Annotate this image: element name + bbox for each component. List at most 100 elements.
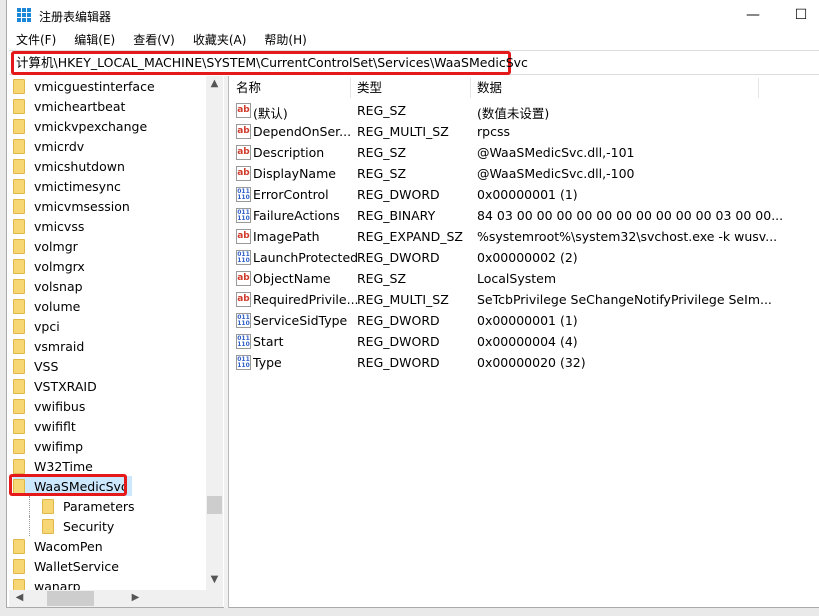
value-row[interactable]: 011 110 FailureActions REG_BINARY 84 03 00 0… (230, 205, 790, 226)
folder-icon (13, 198, 25, 214)
tree-item[interactable]: VSTXRAID (13, 376, 101, 396)
string-value-icon: ab (236, 292, 251, 307)
folder-icon (13, 98, 25, 114)
tree-item[interactable]: vpci (13, 316, 64, 336)
tree-item-label: vmicrdv (34, 138, 85, 154)
tree-item-label: W32Time (34, 458, 93, 474)
tree-item[interactable]: vwifibus (13, 396, 89, 416)
value-row[interactable]: ab Description REG_SZ @WaaSMedicSvc.dll,-10… (230, 142, 790, 163)
tree-item[interactable]: vmicvmsession (13, 196, 134, 216)
selected-key-highlight (9, 474, 127, 496)
value-type: REG_EXPAND_SZ (357, 229, 463, 244)
string-value-icon: ab (236, 271, 251, 286)
value-row[interactable]: 011 110 Type REG_DWORD 0x00000020 (32) (230, 352, 790, 373)
tree-item-label: volume (34, 298, 81, 314)
folder-icon (13, 378, 25, 394)
menu-help[interactable]: 帮助(H) (255, 31, 315, 49)
tree-item[interactable]: vwififlt (13, 416, 80, 436)
tree-item[interactable]: volmgr (13, 236, 82, 256)
tree-item[interactable]: volume (13, 296, 84, 316)
string-value-icon: ab (236, 124, 251, 139)
tree-item[interactable]: vsmraid (13, 336, 88, 356)
folder-icon (13, 278, 25, 294)
tree-item[interactable]: volsnap (13, 276, 87, 296)
tree-vertical-scrollbar[interactable]: ▲ ▼ (206, 76, 223, 592)
folder-icon (13, 318, 25, 334)
tree-item[interactable]: vmicvss (13, 216, 88, 236)
tree-item[interactable]: VSS (13, 356, 62, 376)
value-type: REG_DWORD (357, 313, 440, 328)
tree-item[interactable]: vmickvpexchange (13, 116, 151, 136)
value-row[interactable]: ab ImagePath REG_EXPAND_SZ %systemroot%\sys… (230, 226, 790, 247)
tree-item[interactable]: Parameters (29, 496, 139, 516)
value-row[interactable]: ab ObjectName REG_SZ LocalSystem (230, 268, 790, 289)
tree-item[interactable]: WalletService (13, 556, 123, 576)
pane-splitter[interactable] (224, 76, 229, 608)
tree-item[interactable]: vmicguestinterface (13, 76, 159, 96)
tree-horizontal-scrollbar[interactable]: ◀ ▶ (9, 590, 223, 607)
menu-edit[interactable]: 编辑(E) (65, 31, 124, 49)
tree-item-label: volmgrx (34, 258, 85, 274)
value-row[interactable]: 011 110 ServiceSidType REG_DWORD 0x00000001 … (230, 310, 790, 331)
scroll-thumb[interactable] (207, 496, 222, 514)
folder-icon (13, 558, 25, 574)
tree-item-label: vmickvpexchange (34, 118, 148, 134)
tree-item-label: VSS (34, 358, 59, 374)
tree-item[interactable]: WacomPen (13, 536, 107, 556)
column-header-type[interactable]: 类型 (351, 78, 471, 98)
tree-item[interactable]: vmictimesync (13, 176, 125, 196)
value-row[interactable]: 011 110 LaunchProtected REG_DWORD 0x00000002… (230, 247, 790, 268)
values-list: 名称 类型 数据 ab (默认) REG_SZ (数值未设置) ab DependOnSe… (230, 76, 819, 607)
value-name: FailureActions (253, 208, 340, 223)
tree-item[interactable]: vmicshutdown (13, 156, 129, 176)
menu-favorites[interactable]: 收藏夹(A) (184, 31, 256, 49)
tree-item-label: vwifimp (34, 438, 84, 454)
tree-item[interactable]: W32Time (13, 456, 97, 476)
minimize-button[interactable]: — (730, 0, 776, 30)
value-row[interactable]: ab (默认) REG_SZ (数值未设置) (230, 100, 790, 121)
tree-item[interactable]: vmicrdv (13, 136, 88, 156)
scroll-right-icon[interactable]: ▶ (127, 592, 144, 603)
column-header-data[interactable]: 数据 (471, 78, 759, 98)
value-type: REG_DWORD (357, 355, 440, 370)
folder-icon (13, 358, 25, 374)
string-value-icon: ab (236, 166, 251, 181)
tree-item[interactable]: Security (29, 516, 118, 536)
folder-icon (13, 78, 25, 94)
value-type: REG_SZ (357, 103, 407, 118)
tree-item-label: vwififlt (34, 418, 76, 434)
value-row[interactable]: ab DependOnSer... REG_MULTI_SZ rpcss (230, 121, 790, 142)
binary-value-icon: 011 110 (236, 187, 251, 202)
tree-item-label: vmicvmsession (34, 198, 130, 214)
folder-icon (13, 438, 25, 454)
scroll-up-icon[interactable]: ▲ (206, 78, 223, 89)
tree-item[interactable]: volmgrx (13, 256, 89, 276)
folder-icon (13, 138, 25, 154)
folder-icon (13, 338, 25, 354)
folder-icon (13, 118, 25, 134)
column-header-name[interactable]: 名称 (230, 78, 351, 98)
tree-item-label: vpci (34, 318, 60, 334)
tree-item-label: Parameters (63, 498, 135, 514)
menu-file[interactable]: 文件(F) (7, 31, 65, 49)
tree-item[interactable]: vwifimp (13, 436, 87, 456)
value-data: 0x00000002 (2) (477, 250, 578, 265)
menu-view[interactable]: 查看(V) (124, 31, 184, 49)
value-row[interactable]: ab RequiredPrivile... REG_MULTI_SZ SeTcbPri… (230, 289, 790, 310)
value-type: REG_DWORD (357, 250, 440, 265)
registry-editor-icon (17, 8, 31, 22)
title-bar: 注册表编辑器 — ☐ (7, 0, 819, 30)
string-value-icon: ab (236, 145, 251, 160)
tree-item[interactable]: vmicheartbeat (13, 96, 129, 116)
value-row[interactable]: 011 110 Start REG_DWORD 0x00000004 (4) (230, 331, 790, 352)
address-path[interactable]: 计算机\HKEY_LOCAL_MACHINE\SYSTEM\CurrentCon… (11, 51, 528, 75)
scroll-left-icon[interactable]: ◀ (11, 592, 28, 603)
scroll-thumb[interactable] (47, 591, 94, 606)
scroll-down-icon[interactable]: ▼ (206, 574, 223, 585)
value-row[interactable]: 011 110 ErrorControl REG_DWORD 0x00000001 (1… (230, 184, 790, 205)
value-name: LaunchProtected (253, 250, 359, 265)
folder-icon (13, 178, 25, 194)
maximize-button[interactable]: ☐ (778, 0, 819, 30)
address-bar[interactable]: 计算机\HKEY_LOCAL_MACHINE\SYSTEM\CurrentCon… (9, 50, 819, 75)
value-row[interactable]: ab DisplayName REG_SZ @WaaSMedicSvc.dll,-10… (230, 163, 790, 184)
